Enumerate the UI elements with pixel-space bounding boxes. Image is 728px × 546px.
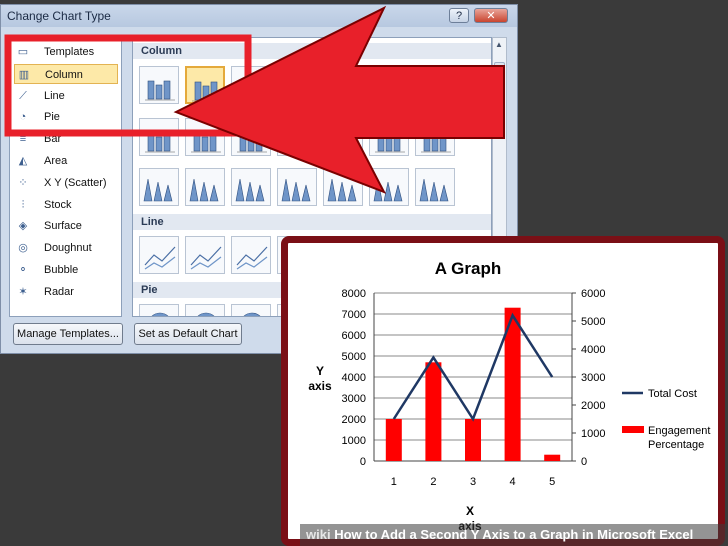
caption-bar: wiki How to Add a Second Y Axis to a Gra… <box>300 524 728 546</box>
x-tick-label: 3 <box>470 476 476 488</box>
bar-engagement-5 <box>544 454 561 461</box>
y-tick-label: 5000 <box>342 351 366 363</box>
y-tick-label: 3000 <box>342 393 366 405</box>
chart-title: A Graph <box>435 259 501 278</box>
x-tick-label: 2 <box>430 476 436 488</box>
y-tick-label: 4000 <box>342 372 366 384</box>
y-tick-label: 6000 <box>342 330 366 342</box>
combo-chart: A Graph 0 1000 2000 3000 4000 5000 6000 7000 8000… <box>308 259 710 533</box>
y-axis-label: Y <box>316 364 324 378</box>
caption-prefix: wiki <box>306 527 331 542</box>
legend-label-engagement: Percentage <box>648 439 704 451</box>
y2-tick-label: 6000 <box>581 288 605 300</box>
graph-panel: A Graph 0 1000 2000 3000 4000 5000 6000 7000 8000… <box>281 236 725 546</box>
y-tick-label: 8000 <box>342 288 366 300</box>
y-axis-label: axis <box>308 379 332 393</box>
y-tick-label: 1000 <box>342 435 366 447</box>
y2-tick-label: 0 <box>581 456 587 468</box>
y-tick-label: 0 <box>360 456 366 468</box>
y-tick-label: 7000 <box>342 309 366 321</box>
legend-swatch-engagement <box>622 426 644 433</box>
y2-tick-label: 3000 <box>581 372 605 384</box>
y2-tick-label: 4000 <box>581 344 605 356</box>
y2-tick-label: 5000 <box>581 316 605 328</box>
bar-engagement-3 <box>465 419 481 461</box>
line-total-cost <box>392 312 554 422</box>
legend-label-total-cost: Total Cost <box>648 388 697 400</box>
legend-label-engagement: Engagement <box>648 425 710 437</box>
y-tick-label: 2000 <box>342 414 366 426</box>
x-tick-label: 4 <box>510 476 516 488</box>
x-tick-label: 5 <box>549 476 555 488</box>
x-tick-label: 1 <box>391 476 397 488</box>
x-axis-label: X <box>466 504 474 518</box>
caption-text: How to Add a Second Y Axis to a Graph in… <box>334 527 694 542</box>
y2-tick-label: 1000 <box>581 428 605 440</box>
bar-engagement-1 <box>385 419 402 461</box>
y2-tick-label: 2000 <box>581 400 605 412</box>
bar-engagement-2 <box>425 362 442 461</box>
